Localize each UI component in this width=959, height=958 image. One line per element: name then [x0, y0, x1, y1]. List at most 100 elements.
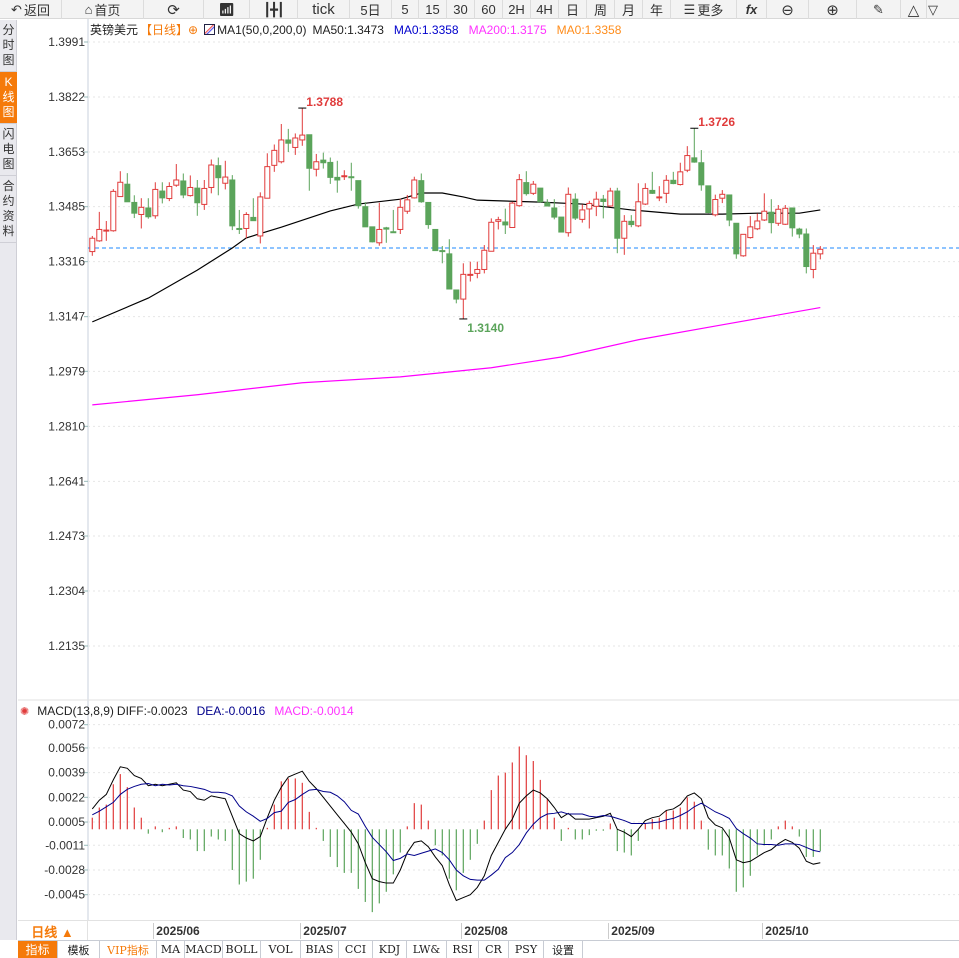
date-label: 2025/09 [608, 923, 655, 939]
candle-body [705, 185, 712, 214]
candle [670, 171, 677, 185]
candle [285, 128, 292, 152]
price-legend: 英镑美元 【日线】 ⊕ MA1(50,0,200,0) MA50:1.3473 … [90, 21, 621, 38]
indicator-tab-3[interactable]: MA [157, 941, 185, 958]
candle [530, 180, 537, 195]
extreme-label: 1.3140 [467, 321, 504, 335]
candle [117, 171, 124, 198]
indicator-tab-6[interactable]: VOL [261, 941, 301, 958]
candle [446, 239, 453, 290]
candle-body [278, 139, 285, 163]
candle-body [145, 207, 152, 218]
candle-body [593, 198, 600, 207]
candle-body [558, 216, 565, 233]
candle-body [215, 165, 222, 179]
indicator-tab-9[interactable]: KDJ [373, 941, 407, 958]
indicator-tab-0[interactable]: 指标 [18, 941, 58, 958]
indicator-tab-11[interactable]: RSI [447, 941, 479, 958]
candle [621, 215, 628, 255]
candle-body [691, 157, 698, 163]
candle-body [418, 180, 425, 203]
indicator-settings-icon[interactable]: ✺ [20, 705, 29, 718]
candle [341, 170, 348, 180]
indicator-tab-14[interactable]: 设置 [544, 941, 583, 958]
indicator-tab-bar: 指标 模板 VIP指标 MA MACD BOLL VOL BIAS CCI KDJ LW& RSI CR… [18, 940, 959, 958]
candle-body [404, 199, 411, 212]
candle [306, 134, 313, 191]
candle [173, 164, 180, 187]
candle-body [313, 161, 320, 170]
candle [796, 227, 803, 239]
indicator-tab-4[interactable]: MACD [185, 941, 223, 958]
candle-body [684, 155, 691, 171]
candle-body [656, 196, 663, 199]
candle [397, 198, 404, 235]
indicator-tab-10[interactable]: LW& [407, 941, 447, 958]
price-axis-label: 1.3147 [48, 310, 85, 324]
candle [642, 183, 649, 206]
candle [649, 171, 656, 194]
candle [348, 162, 355, 191]
candle-body [89, 237, 96, 253]
candle [481, 245, 488, 274]
candle-body [768, 211, 775, 224]
kline-chart[interactable]: 1.3991 1.3822 1.3653 1.3485 1.3316 1.3147 1.29… [0, 0, 959, 957]
period-selector[interactable]: 日线 ▲ [18, 921, 88, 941]
candle-body [264, 166, 271, 199]
candle [425, 201, 432, 229]
candle-body [236, 227, 243, 230]
candle [677, 162, 684, 186]
candle [586, 200, 593, 229]
indicator-tab-7[interactable]: BIAS [301, 941, 339, 958]
candle [103, 220, 110, 241]
candle [145, 198, 152, 219]
candle-body [572, 198, 579, 219]
candle [789, 207, 796, 237]
candle [320, 152, 327, 169]
extreme-label: 1.3726 [698, 115, 735, 129]
candle [222, 160, 229, 190]
candle-body [726, 194, 733, 221]
candle-body [131, 201, 138, 214]
candle [572, 193, 579, 221]
candle [152, 182, 159, 219]
candle [565, 187, 572, 237]
date-label: 2025/10 [762, 923, 809, 939]
candle-body [201, 187, 208, 205]
indicator-tab-12[interactable]: CR [479, 941, 509, 958]
candle-body [320, 159, 327, 164]
price-axis-label: 1.2473 [48, 529, 85, 543]
candle-body [747, 226, 754, 239]
candle-body [159, 190, 166, 199]
candle-body [803, 233, 810, 268]
indicator-tab-2[interactable]: VIP指标 [100, 941, 157, 958]
date-axis: 日线 ▲ 2025/06 2025/07 2025/08 2025/09 2025/10 [18, 920, 959, 941]
candle [264, 153, 271, 199]
indicator-tab-1[interactable]: 模板 [58, 941, 100, 958]
candle [747, 216, 754, 239]
indicator-tab-5[interactable]: BOLL [223, 941, 261, 958]
ma-settings-icon[interactable] [204, 24, 216, 35]
indicator-tab-13[interactable]: PSY [509, 941, 544, 958]
candle-body [488, 221, 495, 252]
candle [663, 175, 670, 204]
price-axis-label: 1.3822 [48, 90, 85, 104]
candle-body [481, 249, 488, 270]
candle-body [719, 193, 726, 199]
candle [187, 175, 194, 197]
candle-body [327, 161, 334, 178]
candle-body [817, 248, 824, 255]
macd-axis-label: -0.0028 [44, 863, 85, 877]
add-indicator-icon[interactable]: ⊕ [188, 23, 198, 37]
candle-body [502, 221, 509, 226]
indicator-tab-8[interactable]: CCI [339, 941, 373, 958]
candle [635, 183, 642, 228]
candle [516, 174, 523, 207]
candle-body [334, 176, 341, 181]
candle-body [579, 209, 586, 220]
candle [656, 186, 663, 202]
candle [810, 245, 817, 279]
candle [194, 179, 201, 216]
candle-body [460, 273, 467, 300]
candle-body [355, 180, 362, 207]
